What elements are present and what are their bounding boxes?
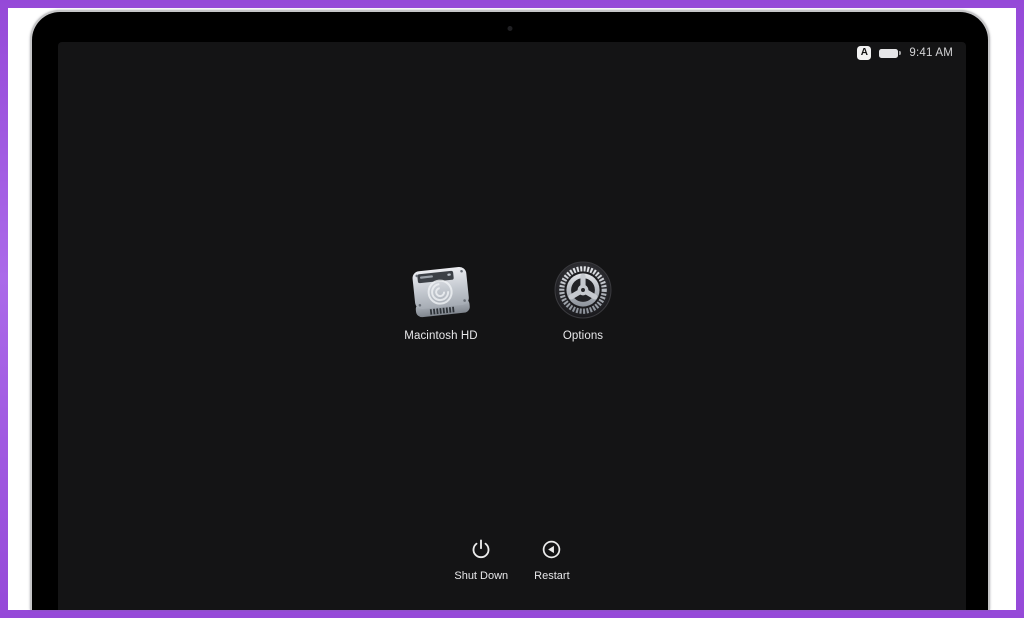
input-source-icon[interactable]: A	[857, 46, 871, 60]
power-icon	[470, 538, 492, 563]
power-actions: Shut Down Restart	[58, 538, 966, 582]
webcam-icon	[508, 26, 513, 31]
volume-macintosh-hd[interactable]: Macintosh HD	[399, 260, 483, 342]
clock-time: 9:41 AM	[909, 47, 953, 59]
volume-options[interactable]: Options	[541, 260, 625, 342]
decorative-frame: A 9:41 AM	[0, 0, 1024, 618]
volume-label: Macintosh HD	[404, 330, 477, 342]
action-label: Shut Down	[454, 570, 508, 582]
status-bar: A 9:41 AM	[857, 46, 953, 60]
macbook-bezel: A 9:41 AM	[30, 10, 990, 610]
page: A 9:41 AM	[0, 0, 1024, 618]
frame-background: A 9:41 AM	[8, 8, 1016, 610]
volume-label: Options	[563, 330, 603, 342]
boot-picker-screen: A 9:41 AM	[58, 42, 966, 610]
restart-icon	[541, 539, 562, 563]
gear-icon	[554, 260, 612, 320]
battery-icon	[879, 49, 901, 58]
shut-down-button[interactable]: Shut Down	[454, 538, 508, 582]
restart-button[interactable]: Restart	[534, 539, 569, 582]
action-label: Restart	[534, 570, 569, 582]
startup-volume-list: Macintosh HD	[58, 260, 966, 342]
hard-drive-icon	[409, 260, 473, 320]
